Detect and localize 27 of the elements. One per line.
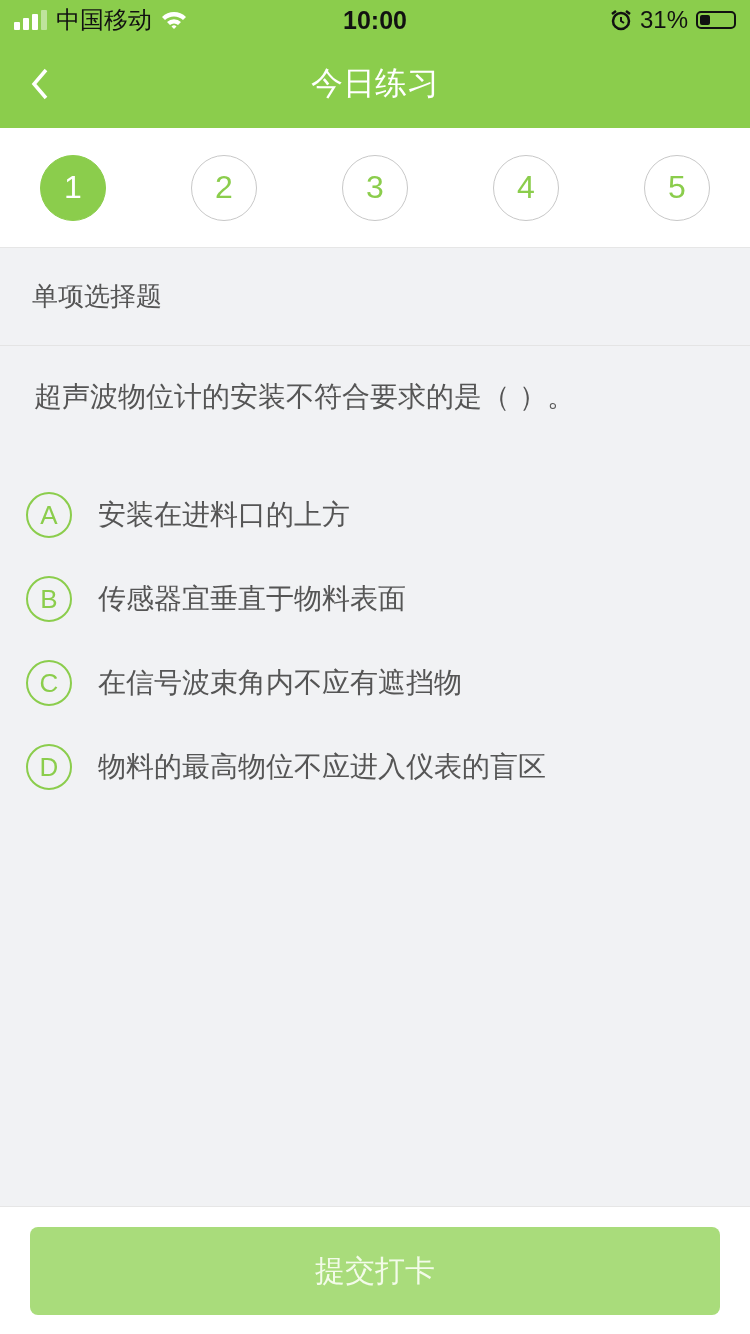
answer-option[interactable]: A 安装在进料口的上方 — [26, 492, 750, 538]
option-text: 物料的最高物位不应进入仪表的盲区 — [98, 749, 546, 785]
alarm-clock-icon — [609, 9, 632, 31]
step-button[interactable]: 2 — [191, 154, 257, 221]
step-button[interactable]: 5 — [644, 154, 710, 221]
step-button[interactable]: 4 — [493, 154, 559, 221]
carrier-label: 中国移动 — [56, 5, 152, 36]
option-letter: C — [26, 660, 72, 706]
option-text: 在信号波束角内不应有遮挡物 — [98, 665, 462, 701]
option-text: 传感器宜垂直于物料表面 — [98, 581, 406, 617]
answer-option[interactable]: C 在信号波束角内不应有遮挡物 — [26, 660, 750, 706]
step-button[interactable]: 3 — [342, 154, 408, 221]
option-letter: D — [26, 744, 72, 790]
answer-option[interactable]: B 传感器宜垂直于物料表面 — [26, 576, 750, 622]
answer-option[interactable]: D 物料的最高物位不应进入仪表的盲区 — [26, 744, 750, 790]
battery-percent: 31% — [639, 6, 688, 34]
signal-icon — [14, 10, 48, 30]
option-text: 安装在进料口的上方 — [98, 497, 350, 533]
step-button[interactable]: 1 — [40, 154, 106, 221]
option-letter: A — [26, 492, 72, 538]
question-type-label: 单项选择题 — [0, 248, 750, 346]
option-letter: B — [26, 576, 72, 622]
page-title: 今日练习 — [311, 63, 439, 104]
battery-icon — [696, 11, 736, 29]
status-time: 10:00 — [343, 5, 407, 35]
wifi-icon — [160, 10, 188, 30]
question-text: 超声波物位计的安装不符合要求的是（ ）。 — [33, 379, 576, 415]
